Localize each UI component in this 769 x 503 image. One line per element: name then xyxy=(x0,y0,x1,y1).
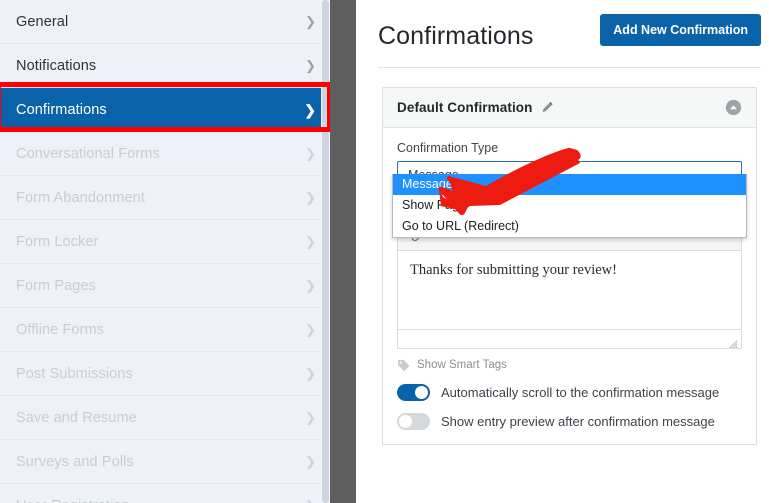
tag-icon xyxy=(397,358,411,372)
sidebar-item-form-locker[interactable]: Form Locker ❯ xyxy=(0,220,330,264)
sidebar-item-surveys-and-polls[interactable]: Surveys and Polls ❯ xyxy=(0,440,330,484)
confirmation-card-body: Confirmation Type Message Message Show P… xyxy=(383,128,756,444)
editor-status-bar xyxy=(398,329,741,349)
sidebar-item-label: Notifications xyxy=(16,57,97,74)
sidebar-item-general[interactable]: General ❯ xyxy=(0,0,330,44)
pencil-icon[interactable] xyxy=(541,101,554,114)
sidebar-item-label: Form Locker xyxy=(16,233,99,250)
chevron-right-icon: ❯ xyxy=(305,410,316,425)
sidebar-item-offline-forms[interactable]: Offline Forms ❯ xyxy=(0,308,330,352)
auto-scroll-toggle[interactable] xyxy=(397,384,430,401)
sidebar-item-save-and-resume[interactable]: Save and Resume ❯ xyxy=(0,396,330,440)
editor-content-area[interactable]: Thanks for submitting your review! xyxy=(398,251,741,329)
add-new-confirmation-button[interactable]: Add New Confirmation xyxy=(600,14,761,46)
settings-sidebar: General ❯ Notifications ❯ Confirmations … xyxy=(0,0,330,503)
sidebar-item-form-abandonment[interactable]: Form Abandonment ❯ xyxy=(0,176,330,220)
show-smart-tags-label: Show Smart Tags xyxy=(417,359,507,371)
main-panel: Confirmations Add New Confirmation Defau… xyxy=(356,0,769,503)
sidebar-item-label: Form Pages xyxy=(16,277,96,294)
sidebar-item-label: Save and Resume xyxy=(16,409,137,426)
sidebar-item-label: General xyxy=(16,13,69,30)
chevron-right-icon: ❯ xyxy=(305,190,316,205)
sidebar-item-form-pages[interactable]: Form Pages ❯ xyxy=(0,264,330,308)
option-message[interactable]: Message xyxy=(393,174,746,195)
confirmation-card: Default Confirmation Confirmation Type M… xyxy=(382,87,757,445)
entry-preview-toggle-label: Show entry preview after confirmation me… xyxy=(441,414,715,429)
sidebar-item-label: Post Submissions xyxy=(16,365,133,382)
sidebar-item-label: Offline Forms xyxy=(16,321,105,338)
toggle-row-entry-preview: Show entry preview after confirmation me… xyxy=(397,413,742,430)
chevron-right-icon: ❯ xyxy=(305,454,316,469)
settings-screen: General ❯ Notifications ❯ Confirmations … xyxy=(0,0,769,503)
confirmation-type-label: Confirmation Type xyxy=(397,141,499,155)
chevron-right-icon: ❯ xyxy=(305,146,316,161)
sidebar-scrollbar-thumb[interactable] xyxy=(322,0,329,503)
sidebar-item-label: Form Abandonment xyxy=(16,189,145,206)
header-divider xyxy=(378,67,761,68)
confirmation-type-options-list[interactable]: Message Show Page Go to URL (Redirect) xyxy=(392,174,747,238)
sidebar-item-confirmations[interactable]: Confirmations ❯ xyxy=(0,88,330,132)
pane-divider xyxy=(330,0,356,503)
toggle-knob xyxy=(399,415,412,428)
chevron-right-icon: ❯ xyxy=(304,101,316,118)
option-show-page[interactable]: Show Page xyxy=(393,195,746,216)
toggle-row-auto-scroll: Automatically scroll to the confirmation… xyxy=(397,384,742,401)
entry-preview-toggle[interactable] xyxy=(397,413,430,430)
chevron-right-icon: ❯ xyxy=(305,14,316,29)
show-smart-tags-link[interactable]: Show Smart Tags xyxy=(397,358,742,372)
page-header: Confirmations Add New Confirmation xyxy=(356,0,769,68)
chevron-right-icon: ❯ xyxy=(305,278,316,293)
sidebar-item-label: User Registration xyxy=(16,498,130,503)
sidebar-item-label: Confirmations xyxy=(16,101,107,118)
sidebar-item-user-registration[interactable]: User Registration ❯ xyxy=(0,484,330,503)
confirmation-card-title: Default Confirmation xyxy=(397,100,533,115)
option-go-to-url-redirect[interactable]: Go to URL (Redirect) xyxy=(393,216,746,237)
sidebar-item-conversational-forms[interactable]: Conversational Forms ❯ xyxy=(0,132,330,176)
resize-grip-icon[interactable] xyxy=(728,336,738,349)
chevron-right-icon: ❯ xyxy=(305,499,316,503)
chevron-right-icon: ❯ xyxy=(305,234,316,249)
toggle-knob xyxy=(415,386,428,399)
sidebar-item-notifications[interactable]: Notifications ❯ xyxy=(0,44,330,88)
auto-scroll-toggle-label: Automatically scroll to the confirmation… xyxy=(441,385,720,400)
chevron-right-icon: ❯ xyxy=(305,58,316,73)
confirmation-card-header: Default Confirmation xyxy=(383,88,756,128)
chevron-right-icon: ❯ xyxy=(305,322,316,337)
sidebar-item-label: Surveys and Polls xyxy=(16,453,134,470)
sidebar-item-post-submissions[interactable]: Post Submissions ❯ xyxy=(0,352,330,396)
collapse-up-icon[interactable] xyxy=(725,99,742,116)
chevron-right-icon: ❯ xyxy=(305,366,316,381)
sidebar-item-label: Conversational Forms xyxy=(16,145,160,162)
